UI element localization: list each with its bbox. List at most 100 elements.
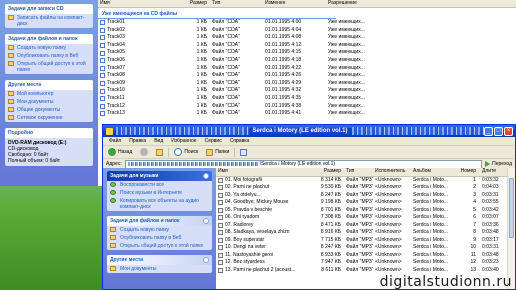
file-status: Уже имеющих... [328, 41, 365, 48]
table-row[interactable]: 10. Dengi na veter 8 247 КБ Файл "MP3" <Unk… [216, 244, 515, 252]
table-row[interactable]: Track10 1 КБ Файл "CDA" 01.01.1995 4:32 Уже … [98, 87, 516, 95]
folders-button[interactable]: Папки [203, 147, 232, 157]
menu-view[interactable]: Вид [150, 138, 167, 144]
menu-help[interactable]: Справка [226, 138, 254, 144]
col-track-number[interactable]: Номер [453, 168, 480, 176]
bg-publish-web-link[interactable]: Опубликовать папку в Веб [5, 52, 93, 60]
file-size: 1 КБ [196, 56, 207, 63]
bg-other-places-header[interactable]: Другие места [5, 80, 93, 90]
col-name[interactable]: Имя [98, 0, 185, 7]
col-size[interactable]: Размер [317, 168, 344, 176]
file-modified: 01.01.1995 4:18 [265, 56, 302, 63]
bg-file-tasks-header[interactable]: Задачи для файлов и папок [5, 34, 93, 44]
collapse-chevron-icon[interactable] [203, 173, 209, 179]
table-row[interactable]: Track05 1 КБ Файл "CDA" 01.01.1995 4:15 Уже … [98, 49, 516, 57]
search-button[interactable]: Поиск [171, 147, 201, 157]
close-button[interactable]: × [504, 126, 514, 136]
maximize-button[interactable]: □ [494, 126, 504, 136]
vertical-scrollbar[interactable] [507, 168, 515, 289]
table-row[interactable]: 12. Bez styardess 7 947 КБ Файл "MP3" <Unkn… [216, 259, 515, 267]
table-row[interactable]: 01. Moi fotografii 8 314 КБ Файл "MP3" <Unk… [216, 177, 515, 185]
table-row[interactable]: 13. Pami ne plachut 2 (acoust... 8 611 КБ… [216, 267, 515, 275]
file-track-number: 6 [473, 214, 476, 220]
table-row[interactable]: Track13 1 КБ Файл "CDA" 01.01.1995 4:41 Уже … [98, 110, 516, 118]
bg-new-folder-link[interactable]: Создать новую папку [5, 44, 93, 52]
file-name-cell: 12. Bez styardess [216, 259, 317, 267]
table-row[interactable]: 11. Nastoyashie geroi 8 933 КБ Файл "MP3" <… [216, 252, 515, 260]
new-folder-link[interactable]: Создать новую папку [107, 226, 212, 234]
table-row[interactable]: 04. Goodbye, Mickey Mouse 9 198 КБ Файл "M… [216, 199, 515, 207]
col-size[interactable]: Размер [185, 0, 210, 7]
col-name[interactable]: Имя [216, 168, 317, 176]
collapse-chevron-icon[interactable] [203, 257, 209, 263]
go-button[interactable]: Переход [485, 161, 515, 167]
menu-favorites[interactable]: Избранное [167, 138, 200, 144]
file-artist: <Unknown> [375, 236, 402, 243]
write-to-cd-link[interactable]: Записать файлы на компакт-диск [5, 14, 93, 28]
play-all-link[interactable]: Воспроизвести все [107, 181, 212, 189]
col-album[interactable]: Альбом [411, 168, 453, 176]
menu-file[interactable]: Файл [105, 138, 125, 144]
up-button[interactable] [153, 147, 166, 157]
col-modified[interactable]: Изменен [263, 0, 326, 7]
my-computer-link[interactable]: Мой компьютер [5, 90, 93, 98]
table-row[interactable]: 07. Radiorey 8 471 КБ Файл "MP3" <Unknown> S… [216, 222, 515, 230]
table-row[interactable]: Track02 1 КБ Файл "CDA" 01.01.1995 4:04 Уже … [98, 27, 516, 35]
cd-tasks-header[interactable]: Задачи для записи CD [5, 4, 93, 14]
table-row[interactable]: 06. Oni ryadom 7 308 КБ Файл "MP3" <Unknown… [216, 214, 515, 222]
file-type: Файл "MP3" [346, 184, 373, 190]
music-tasks-header[interactable]: Задачи для музыки [107, 171, 212, 181]
shop-music-online-link[interactable]: Поиск музыки в Интернете [107, 189, 212, 197]
file-tasks-header[interactable]: Задачи для файлов и папок [107, 216, 212, 226]
col-status[interactable]: Разрешение [326, 0, 406, 7]
publish-web-link[interactable]: Опубликовать папку в Веб [107, 234, 212, 242]
shared-documents-link[interactable]: Общие документы [5, 106, 93, 114]
table-row[interactable]: Track09 1 КБ Файл "CDA" 01.01.1995 4:29 Уже … [98, 80, 516, 88]
cda-file-icon [100, 43, 105, 49]
network-places-link[interactable]: Сетевое окружение [5, 114, 93, 122]
file-type: Файл "MP3" [346, 266, 373, 273]
file-status: Уже имеющих... [328, 34, 365, 41]
table-row[interactable]: 02. Pami ne plachut 9 530 КБ Файл "MP3" <Un… [216, 184, 515, 192]
my-documents-link[interactable]: Мои документы [107, 265, 212, 273]
table-row[interactable]: Track08 1 КБ Файл "CDA" 01.01.1995 4:26 Уже … [98, 72, 516, 80]
col-type[interactable]: Тип [344, 168, 373, 176]
minimize-button[interactable]: _ [484, 126, 494, 136]
table-row[interactable]: Track01 1 КБ Файл "CDA" 01.01.1995 4:00 Уже … [98, 19, 516, 27]
folder-up-icon [156, 148, 164, 156]
table-row[interactable]: Track03 1 КБ Файл "CDA" 01.01.1995 4:08 Уже … [98, 34, 516, 42]
table-row[interactable]: Track12 1 КБ Файл "CDA" 01.01.1995 4:38 Уже … [98, 103, 516, 111]
other-places-header[interactable]: Другие места [107, 255, 212, 265]
table-row[interactable]: Track07 1 КБ Файл "CDA" 01.01.1995 4:22 Уже … [98, 65, 516, 73]
table-row[interactable]: Track06 1 КБ Файл "CDA" 01.01.1995 4:18 Уже … [98, 57, 516, 65]
col-artist[interactable]: Исполнитель [373, 168, 411, 176]
bg-share-folder-link[interactable]: Открыть общий доступ к этой папке [5, 60, 93, 74]
file-size: 8 701 КБ [320, 206, 341, 213]
views-button[interactable] [237, 147, 250, 157]
details-header[interactable]: Подробно [5, 128, 93, 138]
file-type: Файл "CDA" [212, 87, 240, 94]
back-button[interactable]: Назад [105, 147, 135, 157]
title-bar[interactable]: Serdca i Motory (LE edition vol.1) _ □ × [103, 125, 515, 137]
table-row[interactable]: 08. Sladkaya, veselaya zhizn 8 916 КБ Файл… [216, 229, 515, 237]
file-type: Файл "MP3" [346, 244, 373, 250]
share-folder-link[interactable]: Открыть общий доступ к этой папке [107, 242, 212, 250]
file-artist: <Unknown> [375, 244, 402, 250]
scrollbar-thumb[interactable] [509, 178, 514, 238]
forward-button[interactable] [137, 147, 151, 157]
table-row[interactable]: Track11 1 КБ Файл "CDA" 01.01.1995 4:35 Уже … [98, 95, 516, 103]
table-row[interactable]: 03. Ya otdelyu... 8 247 КБ Файл "MP3" <Unkn… [216, 192, 515, 200]
menu-edit[interactable]: Правка [125, 138, 150, 144]
table-row[interactable]: 05. Pravda v beschte 8 701 КБ Файл "MP3" <U… [216, 207, 515, 215]
my-documents-link[interactable]: Мои документы [5, 98, 93, 106]
cda-file-icon [100, 35, 105, 41]
menu-tools[interactable]: Сервис [201, 138, 226, 144]
watermark-text: digitalstudionn.ru [379, 274, 512, 290]
table-row[interactable]: 09. Boy superstar 7 715 КБ Файл "MP3" <Unkn… [216, 237, 515, 245]
collapse-chevron-icon[interactable] [203, 218, 209, 224]
cd-column-headers: Имя Размер Тип Изменен Разрешение [98, 0, 516, 8]
copy-to-audio-cd-link[interactable]: Копировать все объекты на аудио компакт-… [107, 197, 212, 211]
table-row[interactable]: Track04 1 КБ Файл "CDA" 01.01.1995 4:12 Уже … [98, 42, 516, 50]
col-type[interactable]: Тип [210, 0, 263, 7]
file-modified: 01.01.1995 4:15 [265, 49, 302, 56]
